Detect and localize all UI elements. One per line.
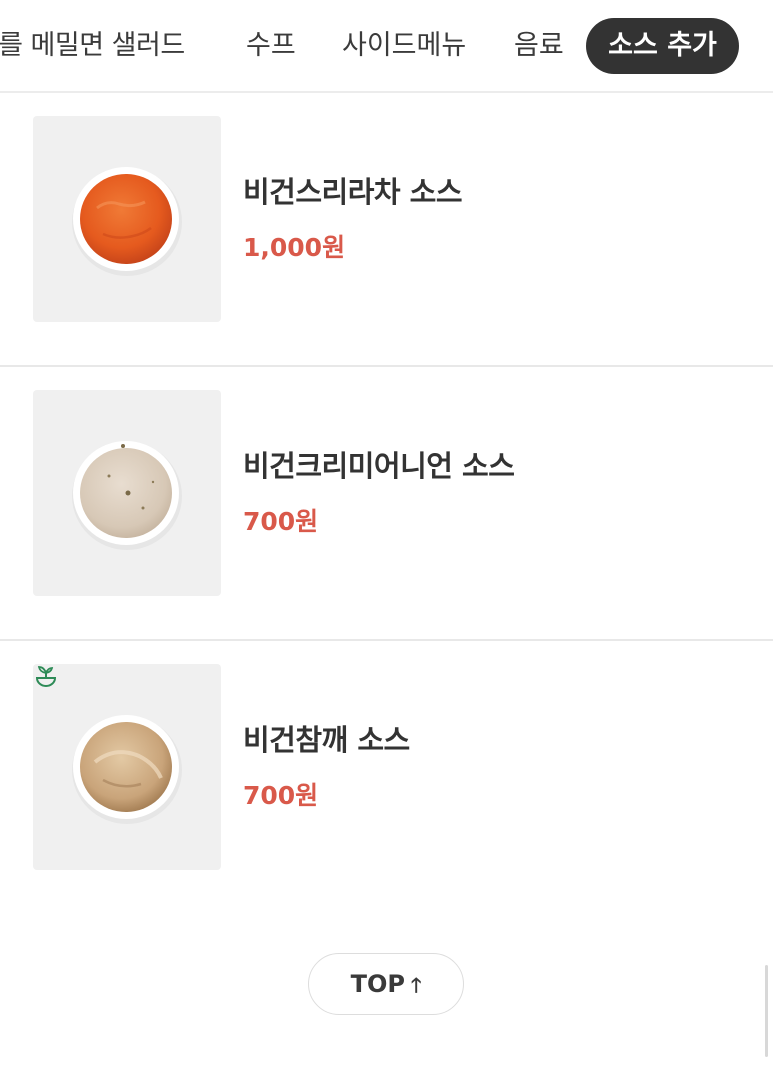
product-name: 비건스리라차 소스 <box>243 175 463 209</box>
scroll-to-top-button[interactable]: TOP 🡑 <box>308 953 464 1015</box>
tab-soup[interactable]: 수프 <box>246 18 296 74</box>
product-price: 700원 <box>243 781 319 810</box>
product-row[interactable]: 비건참깨 소스 700원 <box>0 641 773 915</box>
product-price: 700원 <box>243 507 319 536</box>
creamy-onion-sauce-bowl-icon <box>72 441 182 550</box>
product-name: 비건크리미어니언 소스 <box>243 449 515 483</box>
tab-side-menu[interactable]: 사이드메뉴 <box>342 18 466 74</box>
tab-add-sauce[interactable]: 소스 추가 <box>586 18 739 74</box>
sesame-sauce-bowl-icon <box>72 715 182 824</box>
product-image <box>33 390 221 596</box>
page: ~를 메밀면 샐러드 수프 사이드메뉴 음료 소스 추가 <box>0 0 773 1066</box>
product-image <box>33 116 221 322</box>
category-tab-bar: ~를 메밀면 샐러드 수프 사이드메뉴 음료 소스 추가 <box>0 0 773 93</box>
arrow-up-icon: 🡑 <box>410 973 422 997</box>
product-image <box>33 664 221 870</box>
tab-buckwheat-noodle-salad[interactable]: ~를 메밀면 샐러드 <box>0 18 185 74</box>
scrollbar[interactable] <box>765 965 768 1057</box>
product-row[interactable]: 비건스리라차 소스 1,000원 <box>0 93 773 367</box>
sriracha-sauce-bowl-icon <box>72 167 182 276</box>
product-name: 비건참깨 소스 <box>243 723 410 757</box>
tab-drinks[interactable]: 음료 <box>514 18 564 74</box>
top-button-label: TOP <box>350 970 405 998</box>
product-row[interactable]: 비건크리미어니언 소스 700원 <box>0 367 773 641</box>
product-price: 1,000원 <box>243 233 346 262</box>
